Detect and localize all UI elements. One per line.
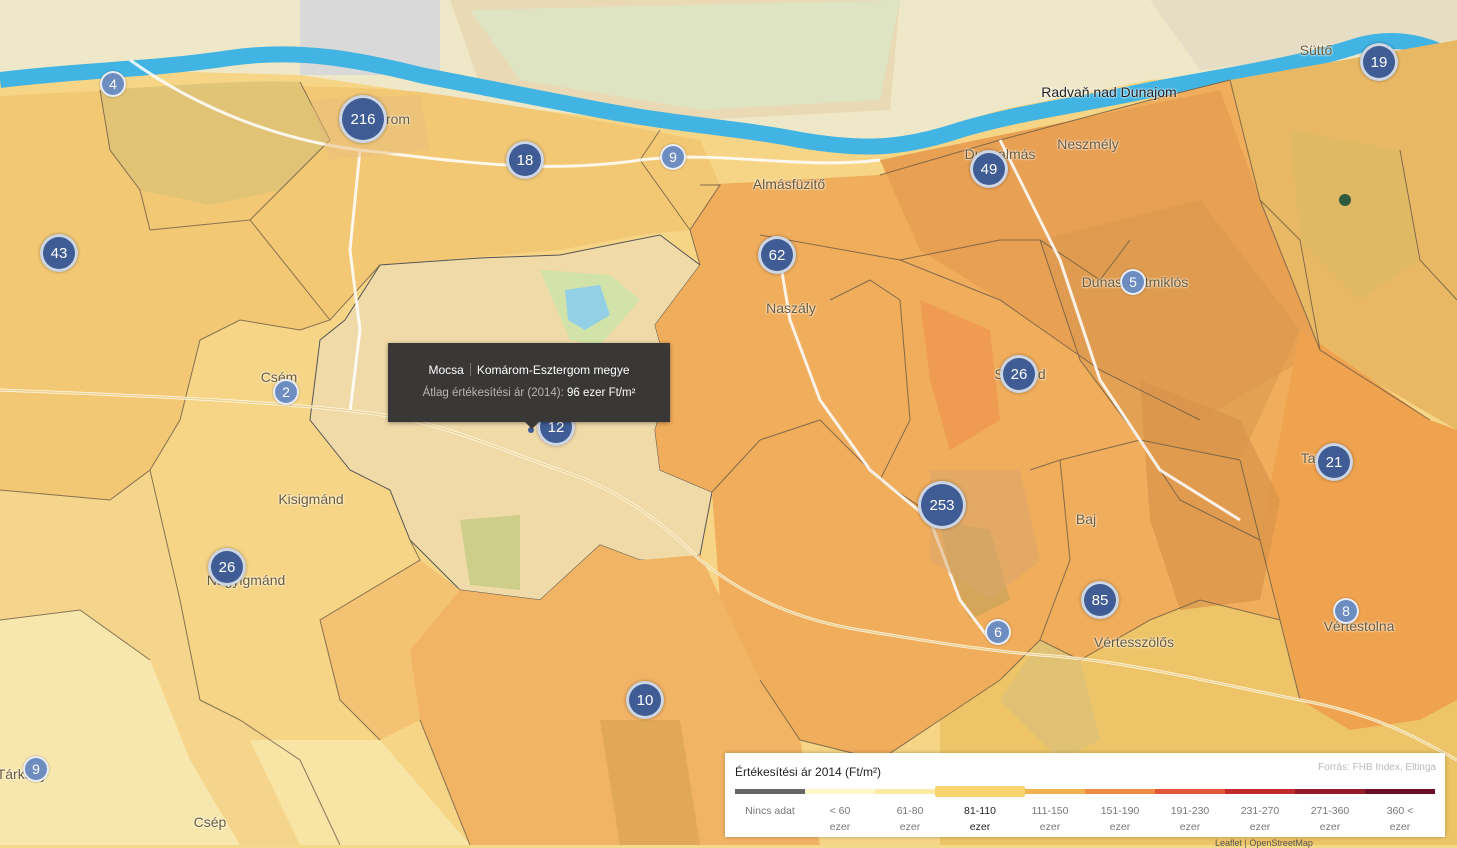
legend-active-highlight (935, 786, 1025, 797)
region-tooltip: Mocsa Komárom-Esztergom megye Átlag érték… (388, 343, 670, 429)
cluster-marker[interactable]: 8 (1333, 598, 1359, 624)
place-label: rom (385, 111, 411, 127)
map-attribution[interactable]: Leaflet | OpenStreetMap (1215, 838, 1313, 848)
cluster-marker[interactable]: 2 (273, 379, 299, 405)
tooltip-place-name: Mocsa (428, 363, 464, 377)
cluster-marker[interactable]: 6 (985, 619, 1011, 645)
legend-swatch (1365, 789, 1435, 794)
cluster-marker[interactable]: 85 (1081, 581, 1119, 619)
map-canvas[interactable] (0, 0, 1457, 845)
place-label: Naszály (766, 300, 816, 316)
legend-class-range: 61-80 (896, 805, 924, 817)
price-legend: Értékesítési ár 2014 (Ft/m²) Forrás: FHB… (725, 753, 1445, 837)
legend-class-label[interactable]: 191-230 ezer (1155, 803, 1225, 835)
legend-class-unit: ezer (899, 821, 921, 833)
cluster-marker[interactable]: 26 (1000, 355, 1038, 393)
cluster-marker[interactable]: 9 (660, 144, 686, 170)
legend-class-label[interactable]: 151-190 ezer (1085, 803, 1155, 835)
legend-class-unit: ezer (829, 821, 851, 833)
cluster-marker[interactable]: 19 (1360, 43, 1398, 81)
legend-class-range: 271-360 (1310, 805, 1350, 817)
legend-swatch (735, 789, 805, 794)
legend-swatch (1085, 789, 1155, 794)
place-label: Vértesszölős (1093, 634, 1175, 650)
place-label: Almásfüzitő (752, 176, 826, 192)
cluster-marker[interactable]: 10 (626, 681, 664, 719)
legend-class-range: 111-150 (1031, 805, 1069, 817)
place-label: Radvaň nad Dunajom (1041, 84, 1177, 100)
cluster-marker[interactable]: 9 (23, 756, 49, 782)
legend-class-range: 360 < (1386, 805, 1414, 817)
place-label: Baj (1075, 511, 1097, 527)
tooltip-metric-value: 96 ezer Ft/m² (567, 387, 636, 399)
legend-class-label[interactable]: < 60 ezer (805, 803, 875, 835)
legend-class-label[interactable]: 360 < ezer (1365, 803, 1435, 835)
legend-class-unit: ezer (1249, 821, 1271, 833)
tooltip-pointer (525, 422, 539, 429)
legend-swatch (1155, 789, 1225, 794)
legend-class-unit: ezer (1039, 821, 1061, 833)
legend-swatch (1225, 789, 1295, 794)
cluster-marker[interactable]: 43 (40, 234, 78, 272)
place-label: Kisigmánd (278, 491, 344, 507)
legend-class-range: 191-230 (1170, 805, 1210, 817)
legend-swatch (1295, 789, 1365, 794)
cluster-marker[interactable]: 253 (918, 481, 966, 529)
cluster-marker[interactable]: 49 (970, 150, 1008, 188)
legend-class-range: 231-270 (1240, 805, 1280, 817)
cluster-marker[interactable]: 5 (1120, 269, 1146, 295)
cluster-marker[interactable]: 4 (100, 71, 126, 97)
cluster-marker[interactable]: 216 (339, 95, 387, 143)
legend-color-bar (735, 789, 1435, 794)
legend-class-range: 81-110 (964, 805, 996, 817)
legend-class-unit: ezer (1179, 821, 1201, 833)
place-label: Neszmély (1057, 136, 1119, 152)
cluster-marker[interactable]: 18 (506, 141, 544, 179)
legend-class-label[interactable]: 61-80 ezer (875, 803, 945, 835)
legend-title: Értékesítési ár 2014 (Ft/m²) (735, 765, 882, 779)
legend-class-unit: ezer (1109, 821, 1131, 833)
place-label: Süttő (1299, 42, 1333, 58)
cluster-marker[interactable]: 26 (208, 548, 246, 586)
tooltip-metric-label: Átlag értékesítési ár (2014): (422, 387, 564, 399)
legend-class-range: < 60 (829, 805, 851, 817)
legend-class-unit: ezer (1389, 821, 1411, 833)
cluster-marker[interactable]: 21 (1315, 443, 1353, 481)
place-label: Vértestolna (1323, 618, 1395, 634)
tooltip-separator (469, 363, 471, 376)
legend-class-label[interactable]: 111-150 ezer (1015, 803, 1085, 835)
legend-class-range: Nincs adat (745, 805, 795, 817)
legend-class-label[interactable]: 271-360 ezer (1295, 803, 1365, 835)
legend-class-range: 151-190 (1100, 805, 1140, 817)
legend-source: Forrás: FHB Index, Eltinga (1318, 762, 1436, 773)
legend-class-label[interactable]: 231-270 ezer (1225, 803, 1295, 835)
legend-class-label[interactable]: Nincs adat (735, 803, 805, 835)
legend-class-unit: ezer (969, 821, 991, 833)
legend-swatch (1015, 789, 1085, 794)
cluster-marker[interactable]: 62 (758, 236, 796, 274)
legend-class-unit: ezer (1319, 821, 1341, 833)
legend-class-label[interactable]: 81-110 ezer (945, 803, 1015, 835)
legend-swatch (805, 789, 875, 794)
legend-labels: Nincs adat < 60 ezer 61-80 ezer 81-110 ezer 111… (735, 803, 1435, 835)
tooltip-county: Komárom-Esztergom megye (476, 363, 630, 377)
place-label: Csép (193, 814, 227, 830)
